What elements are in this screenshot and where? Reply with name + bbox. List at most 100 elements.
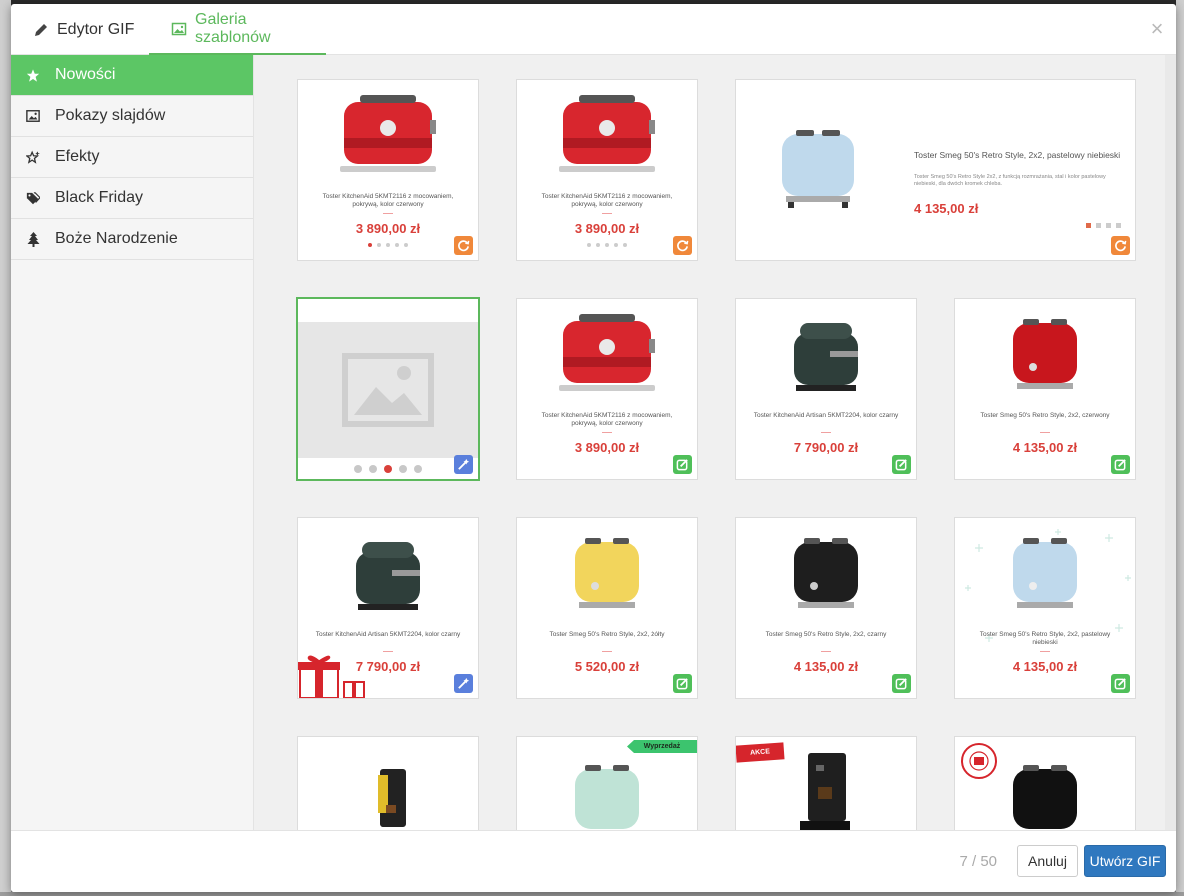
star-icon	[26, 68, 40, 82]
tab-template-gallery[interactable]: Galeria szablonów	[149, 4, 326, 55]
promo-ribbon: AKCE	[736, 742, 785, 763]
tab-gif-editor-label: Edytor GIF	[57, 20, 135, 38]
template-card-placeholder[interactable]	[296, 297, 480, 481]
toaster-image	[559, 314, 655, 391]
slide-dot	[605, 243, 609, 247]
template-card[interactable]: Toster Smeg 50's Retro Style, 2x2, czerw…	[954, 298, 1136, 480]
slide-dot	[354, 465, 362, 473]
toaster-image	[794, 538, 858, 608]
edit-badge[interactable]	[892, 455, 911, 474]
template-card[interactable]: Toster Smeg 50's Retro Style, 2x2, paste…	[954, 517, 1136, 699]
toaster-image	[575, 538, 639, 608]
cancel-button[interactable]: Anuluj	[1017, 845, 1078, 877]
product-title: Toster Smeg 50's Retro Style, 2x2, żółty	[549, 631, 665, 638]
template-card[interactable]: Wyprzedaż	[516, 736, 698, 830]
create-gif-button[interactable]: Utwórz GIF	[1084, 845, 1166, 877]
image-placeholder	[298, 322, 478, 458]
template-card[interactable]	[954, 736, 1136, 830]
tab-template-gallery-label: Galeria szablonów	[195, 10, 271, 46]
template-card[interactable]	[297, 736, 479, 830]
tree-icon	[26, 231, 40, 247]
divider	[821, 432, 831, 433]
product-title: Toster KitchenAid Artisan 5KMT2204, kolo…	[315, 631, 461, 638]
template-card[interactable]: AKCE	[735, 736, 917, 830]
product-price: 4 135,00 zł	[1012, 440, 1078, 455]
product-title: Toster KitchenAid Artisan 5KMT2204, kolo…	[753, 412, 899, 419]
toaster-image	[559, 95, 655, 172]
magic-wand-icon	[458, 677, 470, 689]
slide-dot	[414, 465, 422, 473]
product-title: Toster Smeg 50's Retro Style, 2x2, paste…	[914, 150, 1121, 160]
product-title: Toster KitchenAid 5KMT2116 z mocowaniem,…	[541, 193, 673, 208]
template-card[interactable]: Toster Smeg 50's Retro Style, 2x2, żółty…	[516, 517, 698, 699]
sidebar-item-slideshows[interactable]: Pokazy slajdów	[11, 96, 253, 137]
slide-dots	[298, 465, 478, 473]
slide-dots	[1086, 223, 1121, 228]
edit-badge[interactable]	[673, 455, 692, 474]
slide-dots	[298, 243, 478, 247]
template-card[interactable]: Toster KitchenAid Artisan 5KMT2204, kolo…	[735, 298, 917, 480]
sidebar-item-black-friday[interactable]: Black Friday	[11, 178, 253, 219]
slide-dot	[369, 465, 377, 473]
edit-badge[interactable]	[673, 674, 692, 693]
edit-icon	[676, 459, 688, 471]
sidebar-item-label: Pokazy slajdów	[55, 107, 166, 124]
toaster-image	[782, 130, 854, 208]
sidebar-item-new[interactable]: Nowości	[11, 55, 253, 96]
sidebar-item-label: Nowości	[55, 66, 116, 83]
product-price: 3 890,00 zł	[574, 221, 640, 236]
toaster-image	[1013, 538, 1077, 608]
edit-badge[interactable]	[1111, 674, 1130, 693]
refresh-icon	[677, 240, 689, 252]
magic-badge[interactable]	[454, 674, 473, 693]
magic-badge[interactable]	[454, 455, 473, 474]
edit-icon	[1114, 459, 1126, 471]
close-button[interactable]: ×	[1146, 18, 1168, 40]
magic-wand-icon	[458, 458, 470, 470]
image-icon	[26, 109, 40, 123]
slide-dot	[1096, 223, 1101, 228]
template-card[interactable]: Toster KitchenAid 5KMT2116 z mocowaniem,…	[297, 79, 479, 261]
pencil-icon	[33, 22, 49, 38]
image-icon	[171, 21, 187, 37]
template-card[interactable]: Toster KitchenAid 5KMT2116 z mocowaniem,…	[516, 298, 698, 480]
refresh-badge[interactable]	[454, 236, 473, 255]
slide-dot	[1086, 223, 1091, 228]
template-card[interactable]: Toster KitchenAid Artisan 5KMT2204, kolo…	[297, 517, 479, 699]
template-card[interactable]: Toster KitchenAid 5KMT2116 z mocowaniem,…	[516, 79, 698, 261]
edit-icon	[895, 459, 907, 471]
product-title: Toster KitchenAid 5KMT2116 z mocowaniem,…	[541, 412, 673, 427]
close-icon: ×	[1150, 16, 1164, 41]
slide-dot	[404, 243, 408, 247]
edit-badge[interactable]	[1111, 455, 1130, 474]
sale-ribbon: Wyprzedaż	[627, 740, 697, 753]
edit-icon	[895, 678, 907, 690]
product-description: Toster Smeg 50's Retro Style 2x2, z funk…	[914, 174, 1106, 187]
toaster-image	[356, 542, 420, 610]
sidebar-item-effects[interactable]: Efekty	[11, 137, 253, 178]
divider	[602, 651, 612, 652]
product-price: 4 135,00 zł	[1012, 659, 1078, 674]
gallery-scrollbar[interactable]	[1165, 55, 1176, 830]
refresh-badge[interactable]	[673, 236, 692, 255]
divider	[602, 432, 612, 433]
divider	[602, 213, 612, 214]
sidebar-item-label: Boże Narodzenie	[55, 230, 178, 247]
divider	[1040, 432, 1050, 433]
template-card[interactable]: Toster Smeg 50's Retro Style, 2x2, czarn…	[735, 517, 917, 699]
edit-icon	[1114, 678, 1126, 690]
slide-dot	[1116, 223, 1121, 228]
edit-icon	[676, 678, 688, 690]
edit-badge[interactable]	[892, 674, 911, 693]
template-card-wide[interactable]: Toster Smeg 50's Retro Style, 2x2, paste…	[735, 79, 1136, 261]
star-sparkle-icon	[26, 150, 40, 164]
sidebar-item-label: Black Friday	[55, 189, 144, 206]
template-gallery: Toster KitchenAid 5KMT2116 z mocowaniem,…	[254, 55, 1165, 830]
sidebar-item-christmas[interactable]: Boże Narodzenie	[11, 219, 253, 260]
slide-dot	[587, 243, 591, 247]
tab-gif-editor[interactable]: Edytor GIF	[33, 4, 134, 55]
refresh-badge[interactable]	[1111, 236, 1130, 255]
slide-dot	[384, 465, 392, 473]
backdrop-right	[1176, 0, 1184, 896]
divider	[383, 213, 393, 214]
